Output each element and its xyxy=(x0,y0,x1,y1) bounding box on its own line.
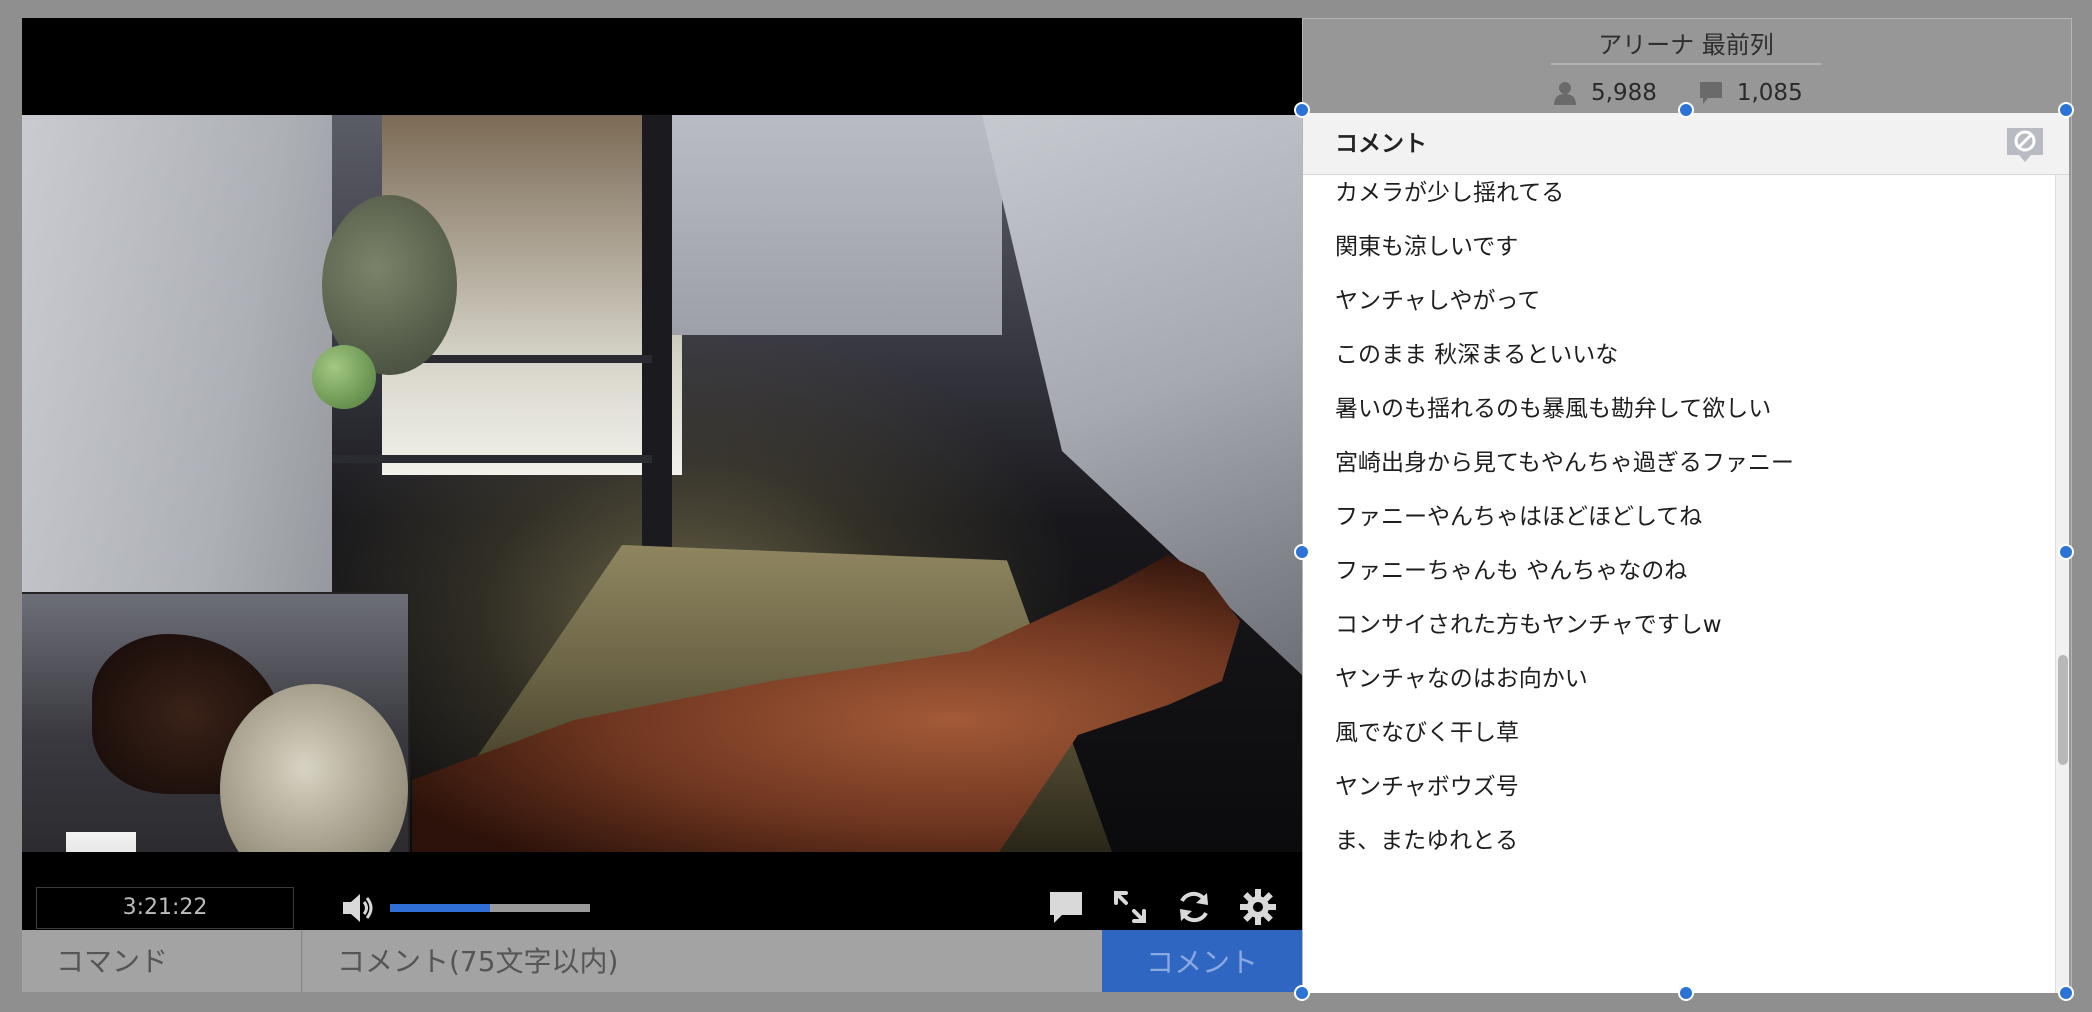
comment-list-panel: コメント カメラが少し揺れてる 関東も涼しいです ヤンチャしやがって このまま 秋深ま… xyxy=(1303,113,2069,993)
door-post xyxy=(642,115,672,585)
stall-back-wall xyxy=(662,115,1002,335)
comment-bubble-icon[interactable] xyxy=(1046,887,1086,927)
speaker-icon[interactable] xyxy=(340,890,376,926)
stable-toy-ball xyxy=(312,345,376,409)
resize-handle[interactable] xyxy=(1678,985,1694,1001)
comment-count-value: 1,085 xyxy=(1736,80,1803,106)
reload-icon[interactable] xyxy=(1174,887,1214,927)
comment-list[interactable]: カメラが少し揺れてる 関東も涼しいです ヤンチャしやがって このまま 秋深まるといいな… xyxy=(1303,175,2055,993)
resize-handle[interactable] xyxy=(1294,544,1310,560)
volume-slider-fill xyxy=(390,904,490,912)
volume-slider[interactable] xyxy=(390,904,590,912)
resize-handle[interactable] xyxy=(2058,544,2074,560)
side-panel: アリーナ 最前列 5,988 1,085 コメント カメラが少し揺れてる 関東も… xyxy=(1302,18,2072,993)
viewer-count-value: 5,988 xyxy=(1591,80,1657,106)
comment-input[interactable] xyxy=(303,930,1104,992)
resize-handle[interactable] xyxy=(2058,985,2074,1001)
command-input[interactable] xyxy=(22,930,302,992)
room-name: アリーナ 最前列 xyxy=(1551,25,1821,65)
comment-count-icon xyxy=(1699,82,1722,104)
stall-rail xyxy=(332,455,652,463)
video-player[interactable]: 3:21:22 xyxy=(22,18,1302,930)
comment-count: 1,085 xyxy=(1699,80,1803,106)
gear-icon[interactable] xyxy=(1238,887,1278,927)
viewer-count: 5,988 xyxy=(1553,80,1657,106)
resize-handle[interactable] xyxy=(2058,102,2074,118)
comment-list-scrollbar[interactable] xyxy=(2055,175,2069,993)
scrollbar-thumb[interactable] xyxy=(2058,655,2068,765)
player-controls: 3:21:22 xyxy=(22,852,1302,930)
resize-handle[interactable] xyxy=(1678,102,1694,118)
comment-submit-button[interactable]: コメント xyxy=(1102,930,1302,992)
room-header: アリーナ 最前列 5,988 1,085 xyxy=(1303,19,2071,113)
comment-input-bar: コメント xyxy=(22,930,1302,992)
video-frame[interactable] xyxy=(22,115,1302,930)
elapsed-time: 3:21:22 xyxy=(36,887,294,929)
fullscreen-icon[interactable] xyxy=(1110,887,1150,927)
comment-item[interactable]: ま、またゆれとる xyxy=(1303,809,2055,873)
person-icon xyxy=(1554,82,1576,105)
ng-comment-icon[interactable] xyxy=(2005,125,2045,165)
resize-handle[interactable] xyxy=(1294,102,1310,118)
resize-handle[interactable] xyxy=(1294,985,1310,1001)
